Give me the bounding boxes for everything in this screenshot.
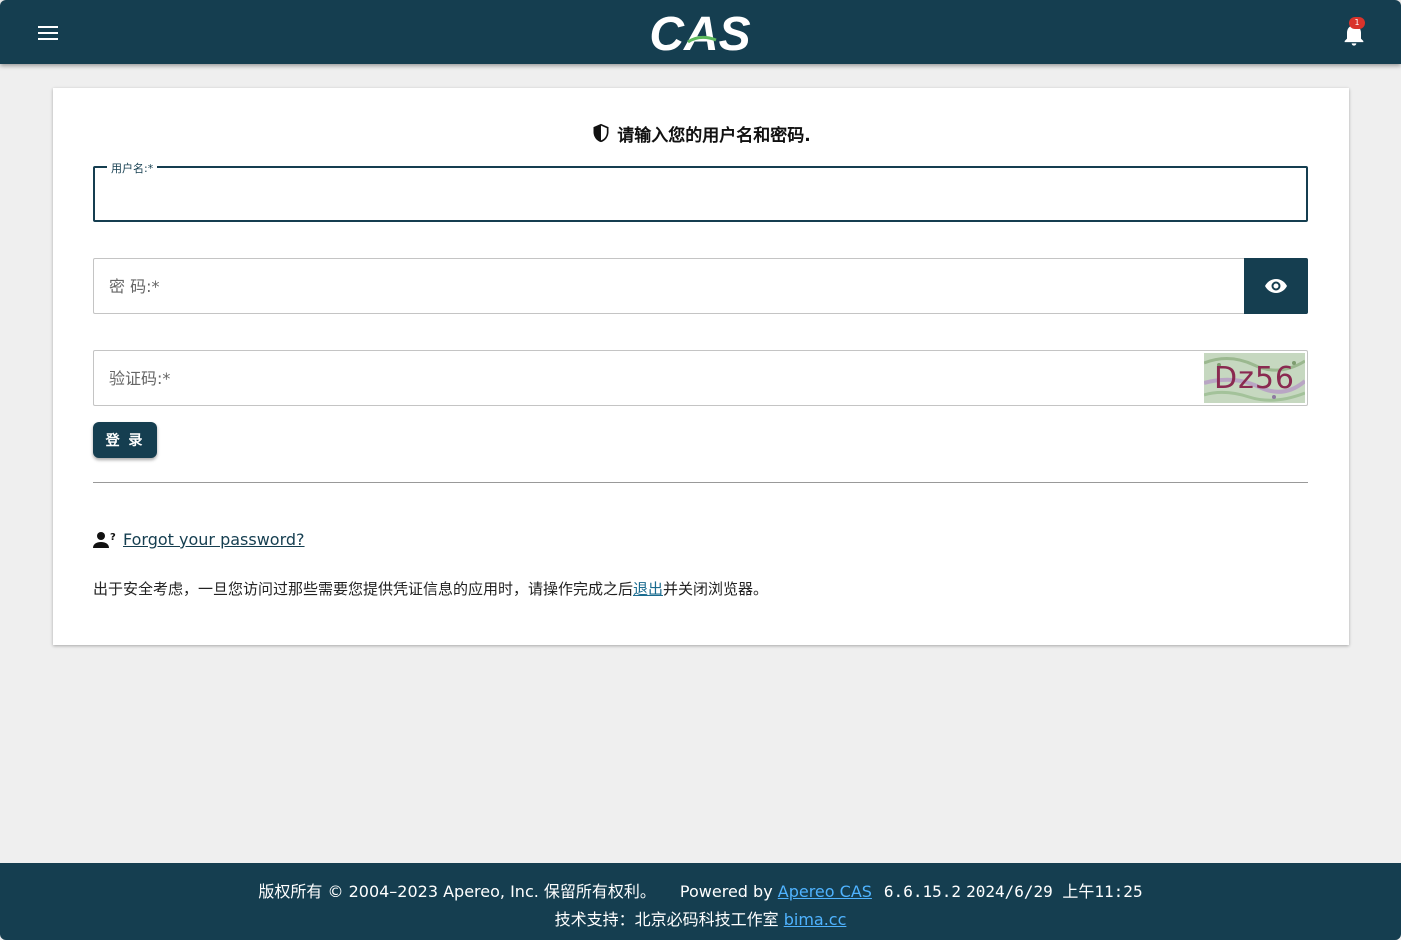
divider	[93, 482, 1308, 483]
captcha-input[interactable]	[94, 351, 1307, 405]
copyright-text: 版权所有 © 2004–2023 Apereo, Inc. 保留所有权利。	[258, 882, 656, 901]
powered-by-text: Powered by	[679, 882, 773, 901]
apereo-cas-link[interactable]: Apereo CAS	[778, 882, 872, 901]
notice-text-before: 出于安全考虑，一旦您访问过那些需要您提供凭证信息的应用时，请操作完成之后	[93, 580, 634, 598]
login-heading: 请输入您的用户名和密码.	[53, 121, 1349, 146]
user-question-icon: ?	[93, 531, 116, 548]
heading-text: 请输入您的用户名和密码.	[617, 126, 811, 146]
footer-line-1: 版权所有 © 2004–2023 Apereo, Inc. 保留所有权利。 Pow…	[0, 878, 1401, 902]
top-bar: CAS 1	[0, 0, 1401, 64]
menu-icon[interactable]	[38, 26, 58, 40]
notifications-button[interactable]: 1	[1340, 17, 1368, 48]
captcha-text: Dz56	[1213, 360, 1296, 396]
support-text: 技术支持：北京必码科技工作室	[554, 910, 779, 929]
captcha-field[interactable]: Dz56	[93, 350, 1308, 406]
cas-logo: CAS	[649, 8, 750, 60]
forgot-password-row: ? Forgot your password?	[93, 530, 305, 549]
password-field[interactable]	[93, 258, 1308, 314]
notice-text-after: 并关闭浏览器。	[663, 580, 769, 598]
username-input[interactable]	[95, 168, 1306, 220]
svg-text:?: ?	[110, 532, 116, 543]
password-input[interactable]	[94, 259, 1307, 313]
username-field[interactable]: 用户名:*	[93, 160, 1308, 222]
login-card: 请输入您的用户名和密码. 用户名:* Dz56 登 录	[53, 88, 1349, 645]
datetime-text: 2024/6/29 上午11:25	[966, 882, 1143, 901]
notification-badge: 1	[1349, 17, 1365, 29]
logo-text: CAS	[649, 8, 750, 60]
eye-icon	[1265, 279, 1287, 293]
login-button[interactable]: 登 录	[93, 422, 157, 458]
version-text: 6.6.15.2	[883, 882, 961, 901]
bima-link[interactable]: bima.cc	[784, 910, 847, 929]
shield-icon	[593, 123, 609, 143]
toggle-password-button[interactable]	[1244, 258, 1308, 314]
forgot-password-link[interactable]: Forgot your password?	[123, 530, 305, 549]
footer: 版权所有 © 2004–2023 Apereo, Inc. 保留所有权利。 Pow…	[0, 863, 1401, 940]
footer-line-2: 技术支持：北京必码科技工作室 bima.cc	[0, 906, 1401, 930]
logout-link[interactable]: 退出	[633, 580, 663, 598]
captcha-image[interactable]: Dz56	[1204, 353, 1305, 403]
security-notice: 出于安全考虑，一旦您访问过那些需要您提供凭证信息的应用时，请操作完成之后退出并关…	[93, 578, 768, 599]
